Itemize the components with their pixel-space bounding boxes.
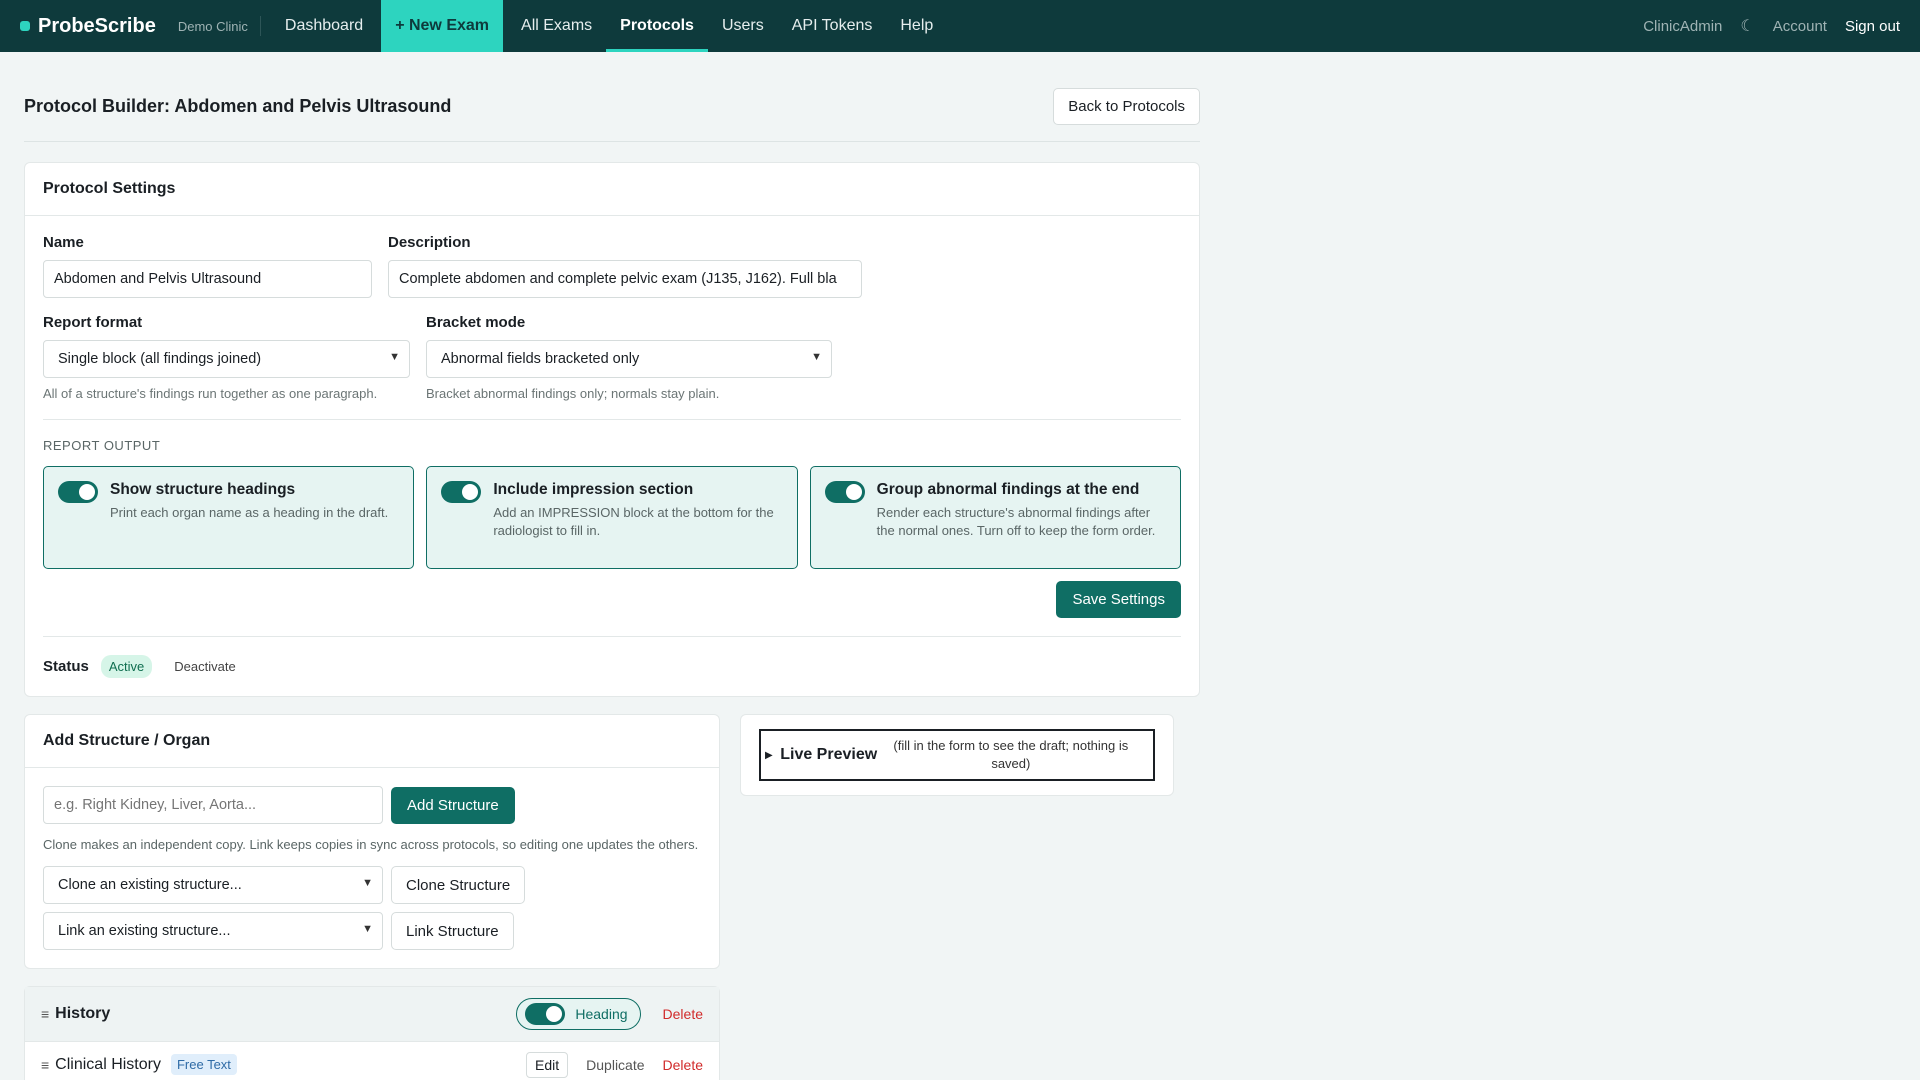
delete-structure-button[interactable]: Delete	[663, 1006, 703, 1022]
report-format-label: Report format	[43, 314, 143, 331]
nav-new-exam-button[interactable]: + New Exam	[381, 0, 504, 52]
page-header: Protocol Builder: Abdomen and Pelvis Ult…	[24, 52, 1200, 142]
add-structure-card: Add Structure / Organ Add Structure Clon…	[24, 714, 720, 970]
top-navbar: ProbeScribe Demo Clinic Dashboard + New …	[0, 0, 1920, 52]
toggle-card-group-abnormal[interactable]: Group abnormal findings at the end Rende…	[809, 466, 1181, 569]
name-label: Name	[43, 234, 84, 251]
field-name: Clinical History	[55, 1055, 161, 1073]
caret-right-icon: ▶	[765, 749, 773, 761]
add-structure-heading: Add Structure / Organ	[25, 715, 719, 768]
toggle-switch[interactable]	[58, 481, 98, 503]
heading-toggle-label: Heading	[575, 1006, 628, 1023]
clone-link-help: Clone makes an independent copy. Link ke…	[43, 837, 699, 852]
clone-select-value: Clone an existing structure...	[58, 877, 242, 894]
heading-toggle[interactable]: Heading	[516, 998, 641, 1031]
add-structure-button[interactable]: Add Structure	[391, 786, 515, 824]
toggle-desc: Print each organ name as a heading in th…	[110, 505, 389, 520]
bracket-mode-hint: Bracket abnormal findings only; normals …	[426, 386, 720, 401]
toggle-title: Include impression section	[493, 481, 694, 498]
preview-title: Live Preview	[780, 746, 878, 764]
protocol-settings-heading: Protocol Settings	[25, 163, 1199, 216]
toggle-title: Group abnormal findings at the end	[876, 481, 1140, 498]
save-settings-button[interactable]: Save Settings	[1056, 581, 1181, 618]
description-input[interactable]	[388, 260, 862, 298]
report-format-hint: All of a structure's findings run togeth…	[43, 386, 378, 401]
toggle-desc: Render each structure's abnormal finding…	[876, 505, 1156, 538]
deactivate-button[interactable]: Deactivate	[174, 659, 235, 674]
clone-structure-select[interactable]: Clone an existing structure...	[43, 866, 383, 905]
structure-history: ≡ History Heading Delete ≡ Clinical Hist…	[24, 986, 720, 1080]
drag-handle-icon[interactable]: ≡	[41, 1006, 49, 1022]
toggle-card-structure-headings[interactable]: Show structure headings Print each organ…	[43, 466, 415, 569]
report-format-select[interactable]: Single block (all findings joined)	[43, 340, 410, 378]
report-output-caption: REPORT OUTPUT	[43, 438, 161, 453]
toggle-desc: Add an IMPRESSION block at the bottom fo…	[493, 505, 774, 538]
nav-help[interactable]: Help	[886, 0, 947, 52]
toggle-card-impression[interactable]: Include impression section Add an IMPRES…	[426, 466, 798, 569]
bracket-mode-value: Abnormal fields bracketed only	[441, 351, 640, 367]
nav-protocols[interactable]: Protocols	[606, 0, 708, 52]
link-select-value: Link an existing structure...	[58, 923, 231, 940]
user-name: ClinicAdmin	[1643, 17, 1723, 35]
toggle-switch[interactable]	[824, 481, 865, 503]
link-structure-select[interactable]: Link an existing structure...	[43, 912, 383, 951]
list-item: ≡ Clinical History Free Text Edit Duplic…	[25, 1041, 719, 1080]
report-format-value: Single block (all findings joined)	[58, 351, 262, 367]
clinic-name: Demo Clinic	[178, 16, 261, 36]
clone-structure-button[interactable]: Clone Structure	[391, 866, 526, 905]
page: Protocol Builder: Abdomen and Pelvis Ult…	[24, 52, 1200, 1080]
delete-field-button[interactable]: Delete	[663, 1057, 703, 1073]
nav-api-tokens[interactable]: API Tokens	[778, 0, 887, 52]
nav-users[interactable]: Users	[708, 0, 778, 52]
structure-name-input[interactable]	[43, 786, 383, 824]
drag-handle-icon[interactable]: ≡	[41, 1057, 49, 1073]
structure-title: History	[55, 1005, 111, 1023]
brand-name: ProbeScribe	[38, 14, 156, 37]
structure-header: ≡ History Heading Delete	[25, 987, 719, 1042]
nav-dashboard[interactable]: Dashboard	[271, 0, 377, 52]
status-badge: Active	[100, 655, 153, 678]
sign-out-link[interactable]: Sign out	[1845, 18, 1900, 35]
live-preview-card: ▶ Live Preview (fill in the form to see …	[740, 714, 1174, 796]
toggle-title: Show structure headings	[110, 481, 296, 498]
bracket-mode-label: Bracket mode	[426, 314, 526, 331]
description-label: Description	[388, 234, 471, 251]
protocol-settings-card: Protocol Settings Name Description Repor…	[24, 162, 1200, 697]
edit-button[interactable]: Edit	[526, 1051, 569, 1078]
nav-all-exams[interactable]: All Exams	[507, 0, 606, 52]
report-output-toggles: Show structure headings Print each organ…	[43, 466, 1181, 569]
page-title: Protocol Builder: Abdomen and Pelvis Ult…	[24, 96, 452, 116]
status-row: Status Active Deactivate	[43, 636, 1181, 678]
name-input[interactable]	[43, 260, 372, 298]
back-to-protocols-button[interactable]: Back to Protocols	[1053, 88, 1200, 125]
brand-logo[interactable]: ProbeScribe	[20, 0, 156, 52]
brand-dot-icon	[20, 21, 30, 31]
toggle-switch[interactable]	[441, 481, 482, 503]
preview-note: (fill in the form to see the draft; noth…	[893, 738, 1129, 771]
moon-icon[interactable]: ☾	[1740, 16, 1754, 36]
toggle-switch[interactable]	[525, 1003, 566, 1026]
bracket-mode-select[interactable]: Abnormal fields bracketed only	[426, 340, 832, 378]
field-type-badge: Free Text	[170, 1054, 237, 1076]
status-label: Status	[43, 658, 89, 675]
account-link[interactable]: Account	[1773, 18, 1827, 35]
live-preview-toggle[interactable]: ▶ Live Preview (fill in the form to see …	[759, 729, 1155, 781]
link-structure-button[interactable]: Link Structure	[391, 912, 514, 951]
duplicate-button[interactable]: Duplicate	[586, 1057, 644, 1073]
